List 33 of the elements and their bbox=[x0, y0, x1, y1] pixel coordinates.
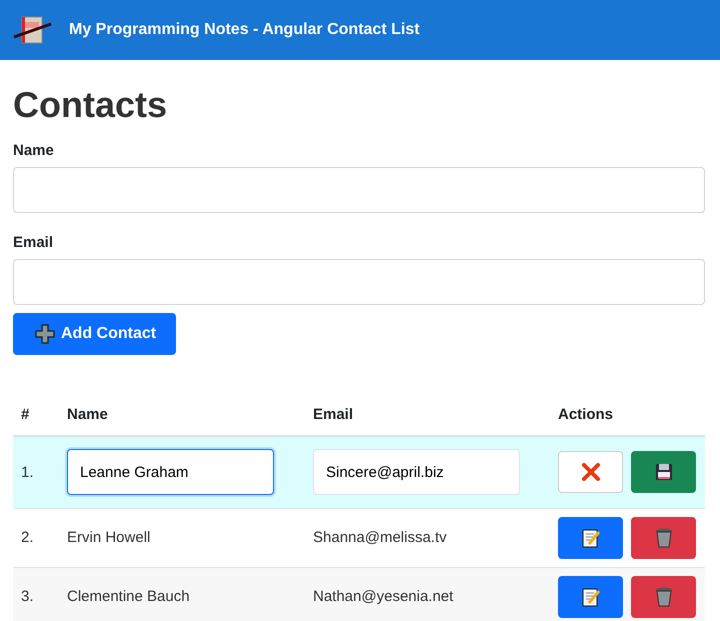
email-input[interactable]: Sincere@april.biz bbox=[313, 449, 520, 496]
column-header: Email bbox=[313, 406, 354, 423]
memo-pencil-icon bbox=[580, 586, 600, 606]
close-icon bbox=[580, 462, 600, 482]
page-heading: Contacts bbox=[13, 84, 168, 126]
field-label: Name bbox=[13, 142, 55, 159]
table-cell: Clementine Bauch bbox=[67, 588, 190, 605]
navbar-title: My Programming Notes - Angular Contact List bbox=[69, 21, 420, 39]
column-header: Actions bbox=[558, 406, 614, 423]
cancel-button[interactable] bbox=[558, 451, 623, 494]
row-number: 2. bbox=[21, 529, 34, 546]
field-label: Email bbox=[13, 234, 54, 251]
row-number: 1. bbox=[21, 464, 34, 481]
input-field[interactable] bbox=[13, 259, 705, 305]
trash-can-icon bbox=[654, 528, 672, 548]
edit-button[interactable] bbox=[558, 576, 623, 618]
table-cell: Ervin Howell bbox=[67, 529, 150, 546]
delete-button[interactable] bbox=[631, 516, 696, 558]
table-cell: Nathan@yesenia.net bbox=[313, 588, 454, 605]
delete-button[interactable] bbox=[631, 576, 696, 618]
trash-can-icon bbox=[654, 586, 672, 606]
column-header: Name bbox=[67, 406, 108, 423]
save-button[interactable] bbox=[631, 451, 696, 494]
memo-pencil-icon bbox=[580, 528, 600, 548]
notebook-icon bbox=[13, 15, 53, 45]
add-contact-button[interactable]: Add Contact bbox=[13, 313, 176, 355]
edit-button[interactable] bbox=[558, 516, 623, 558]
table-cell: Shanna@melissa.tv bbox=[313, 529, 447, 546]
column-header: # bbox=[21, 406, 30, 423]
plus-icon bbox=[35, 324, 55, 344]
input-field[interactable] bbox=[13, 167, 705, 213]
row-number: 3. bbox=[21, 588, 34, 605]
name-input[interactable]: Leanne Graham bbox=[67, 449, 274, 496]
